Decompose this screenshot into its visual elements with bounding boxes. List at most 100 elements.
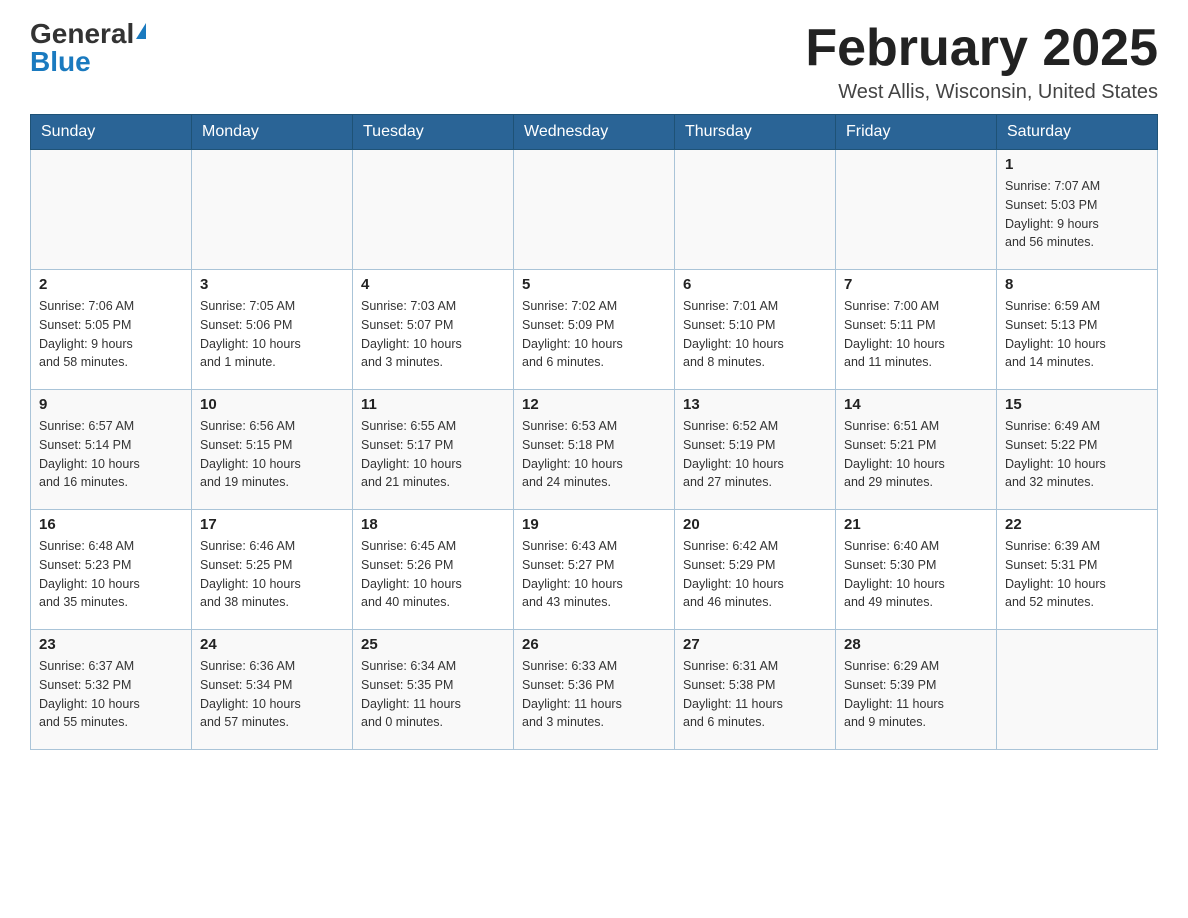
calendar-cell: 28 Sunrise: 6:29 AM Sunset: 5:39 PM Dayli…	[836, 630, 997, 750]
calendar-table: SundayMondayTuesdayWednesdayThursdayFrid…	[30, 114, 1158, 750]
day-info: Sunrise: 7:07 AM Sunset: 5:03 PM Dayligh…	[1005, 177, 1149, 252]
calendar-cell: 15 Sunrise: 6:49 AM Sunset: 5:22 PM Dayli…	[997, 390, 1158, 510]
day-info: Sunrise: 6:36 AM Sunset: 5:34 PM Dayligh…	[200, 657, 344, 732]
calendar-cell: 1 Sunrise: 7:07 AM Sunset: 5:03 PM Daylig…	[997, 150, 1158, 270]
calendar-cell: 6 Sunrise: 7:01 AM Sunset: 5:10 PM Daylig…	[675, 270, 836, 390]
day-number: 6	[683, 276, 827, 293]
day-number: 9	[39, 396, 183, 413]
day-number: 4	[361, 276, 505, 293]
weekday-header-friday: Friday	[836, 115, 997, 150]
calendar-cell	[997, 630, 1158, 750]
day-number: 5	[522, 276, 666, 293]
calendar-cell: 23Sunrise: 6:37 AM Sunset: 5:32 PM Dayli…	[31, 630, 192, 750]
calendar-cell: 5 Sunrise: 7:02 AM Sunset: 5:09 PM Daylig…	[514, 270, 675, 390]
calendar-week-1: 1 Sunrise: 7:07 AM Sunset: 5:03 PM Daylig…	[31, 150, 1158, 270]
day-number: 1	[1005, 156, 1149, 173]
day-info: Sunrise: 6:55 AM Sunset: 5:17 PM Dayligh…	[361, 417, 505, 492]
calendar-cell: 20Sunrise: 6:42 AM Sunset: 5:29 PM Dayli…	[675, 510, 836, 630]
day-number: 12	[522, 396, 666, 413]
day-number: 26	[522, 636, 666, 653]
title-block: February 2025 West Allis, Wisconsin, Uni…	[805, 20, 1158, 104]
day-info: Sunrise: 6:43 AM Sunset: 5:27 PM Dayligh…	[522, 537, 666, 612]
day-number: 2	[39, 276, 183, 293]
calendar-cell	[514, 150, 675, 270]
day-info: Sunrise: 6:51 AM Sunset: 5:21 PM Dayligh…	[844, 417, 988, 492]
day-number: 21	[844, 516, 988, 533]
day-info: Sunrise: 6:39 AM Sunset: 5:31 PM Dayligh…	[1005, 537, 1149, 612]
day-number: 17	[200, 516, 344, 533]
day-info: Sunrise: 7:06 AM Sunset: 5:05 PM Dayligh…	[39, 297, 183, 372]
day-number: 19	[522, 516, 666, 533]
calendar-cell: 7 Sunrise: 7:00 AM Sunset: 5:11 PM Daylig…	[836, 270, 997, 390]
day-info: Sunrise: 6:34 AM Sunset: 5:35 PM Dayligh…	[361, 657, 505, 732]
weekday-header-saturday: Saturday	[997, 115, 1158, 150]
weekday-header-row: SundayMondayTuesdayWednesdayThursdayFrid…	[31, 115, 1158, 150]
logo: General Blue	[30, 20, 146, 76]
day-info: Sunrise: 6:33 AM Sunset: 5:36 PM Dayligh…	[522, 657, 666, 732]
day-info: Sunrise: 7:00 AM Sunset: 5:11 PM Dayligh…	[844, 297, 988, 372]
calendar-cell: 11 Sunrise: 6:55 AM Sunset: 5:17 PM Dayli…	[353, 390, 514, 510]
day-number: 23	[39, 636, 183, 653]
calendar-cell	[675, 150, 836, 270]
calendar-body: 1 Sunrise: 7:07 AM Sunset: 5:03 PM Daylig…	[31, 150, 1158, 750]
day-number: 10	[200, 396, 344, 413]
logo-general-text: General	[30, 20, 134, 48]
day-info: Sunrise: 7:02 AM Sunset: 5:09 PM Dayligh…	[522, 297, 666, 372]
calendar-cell: 4 Sunrise: 7:03 AM Sunset: 5:07 PM Daylig…	[353, 270, 514, 390]
calendar-cell	[836, 150, 997, 270]
calendar-cell: 17 Sunrise: 6:46 AM Sunset: 5:25 PM Dayli…	[192, 510, 353, 630]
weekday-header-wednesday: Wednesday	[514, 115, 675, 150]
day-number: 20	[683, 516, 827, 533]
day-info: Sunrise: 7:03 AM Sunset: 5:07 PM Dayligh…	[361, 297, 505, 372]
day-info: Sunrise: 6:52 AM Sunset: 5:19 PM Dayligh…	[683, 417, 827, 492]
day-info: Sunrise: 6:53 AM Sunset: 5:18 PM Dayligh…	[522, 417, 666, 492]
weekday-header-monday: Monday	[192, 115, 353, 150]
calendar-cell: 18Sunrise: 6:45 AM Sunset: 5:26 PM Dayli…	[353, 510, 514, 630]
day-number: 13	[683, 396, 827, 413]
calendar-cell: 22 Sunrise: 6:39 AM Sunset: 5:31 PM Dayli…	[997, 510, 1158, 630]
day-number: 25	[361, 636, 505, 653]
location-title: West Allis, Wisconsin, United States	[805, 81, 1158, 104]
day-number: 27	[683, 636, 827, 653]
calendar-header: SundayMondayTuesdayWednesdayThursdayFrid…	[31, 115, 1158, 150]
calendar-cell: 14Sunrise: 6:51 AM Sunset: 5:21 PM Dayli…	[836, 390, 997, 510]
calendar-cell: 12 Sunrise: 6:53 AM Sunset: 5:18 PM Dayli…	[514, 390, 675, 510]
calendar-cell: 24 Sunrise: 6:36 AM Sunset: 5:34 PM Dayli…	[192, 630, 353, 750]
day-number: 11	[361, 396, 505, 413]
day-number: 22	[1005, 516, 1149, 533]
logo-triangle-icon	[136, 23, 146, 39]
day-info: Sunrise: 6:49 AM Sunset: 5:22 PM Dayligh…	[1005, 417, 1149, 492]
day-number: 15	[1005, 396, 1149, 413]
day-info: Sunrise: 6:56 AM Sunset: 5:15 PM Dayligh…	[200, 417, 344, 492]
month-title: February 2025	[805, 20, 1158, 77]
calendar-week-5: 23Sunrise: 6:37 AM Sunset: 5:32 PM Dayli…	[31, 630, 1158, 750]
page-header: General Blue February 2025 West Allis, W…	[30, 20, 1158, 104]
calendar-cell: 10 Sunrise: 6:56 AM Sunset: 5:15 PM Dayli…	[192, 390, 353, 510]
calendar-cell	[31, 150, 192, 270]
day-number: 16	[39, 516, 183, 533]
day-info: Sunrise: 6:31 AM Sunset: 5:38 PM Dayligh…	[683, 657, 827, 732]
day-info: Sunrise: 6:59 AM Sunset: 5:13 PM Dayligh…	[1005, 297, 1149, 372]
day-info: Sunrise: 6:45 AM Sunset: 5:26 PM Dayligh…	[361, 537, 505, 612]
day-info: Sunrise: 7:05 AM Sunset: 5:06 PM Dayligh…	[200, 297, 344, 372]
day-number: 24	[200, 636, 344, 653]
day-info: Sunrise: 6:48 AM Sunset: 5:23 PM Dayligh…	[39, 537, 183, 612]
day-number: 28	[844, 636, 988, 653]
calendar-cell: 26 Sunrise: 6:33 AM Sunset: 5:36 PM Dayli…	[514, 630, 675, 750]
day-info: Sunrise: 6:46 AM Sunset: 5:25 PM Dayligh…	[200, 537, 344, 612]
calendar-week-2: 2 Sunrise: 7:06 AM Sunset: 5:05 PM Daylig…	[31, 270, 1158, 390]
calendar-cell	[192, 150, 353, 270]
calendar-cell: 3Sunrise: 7:05 AM Sunset: 5:06 PM Daylig…	[192, 270, 353, 390]
day-info: Sunrise: 7:01 AM Sunset: 5:10 PM Dayligh…	[683, 297, 827, 372]
day-info: Sunrise: 6:29 AM Sunset: 5:39 PM Dayligh…	[844, 657, 988, 732]
calendar-cell: 19 Sunrise: 6:43 AM Sunset: 5:27 PM Dayli…	[514, 510, 675, 630]
calendar-cell: 21Sunrise: 6:40 AM Sunset: 5:30 PM Dayli…	[836, 510, 997, 630]
logo-blue-text: Blue	[30, 48, 91, 76]
calendar-week-4: 16 Sunrise: 6:48 AM Sunset: 5:23 PM Dayli…	[31, 510, 1158, 630]
weekday-header-tuesday: Tuesday	[353, 115, 514, 150]
calendar-cell	[353, 150, 514, 270]
calendar-cell: 2 Sunrise: 7:06 AM Sunset: 5:05 PM Daylig…	[31, 270, 192, 390]
calendar-cell: 13 Sunrise: 6:52 AM Sunset: 5:19 PM Dayli…	[675, 390, 836, 510]
weekday-header-thursday: Thursday	[675, 115, 836, 150]
day-number: 7	[844, 276, 988, 293]
